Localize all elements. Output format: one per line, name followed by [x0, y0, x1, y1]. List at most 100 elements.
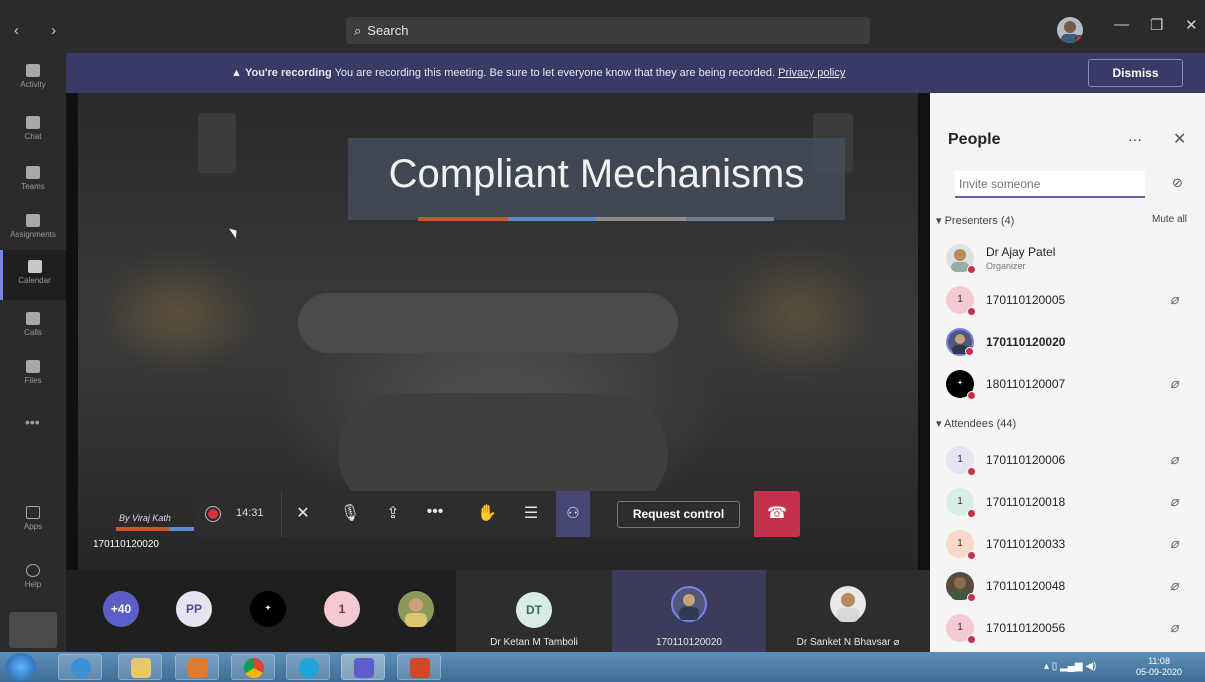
files-icon [26, 360, 40, 373]
mute-all-button[interactable]: Mute all [1152, 214, 1187, 225]
avatar: 1 [946, 286, 976, 316]
device-icon[interactable] [9, 612, 57, 648]
taskbar-app[interactable] [175, 654, 219, 680]
rail-item-activity[interactable]: Activity [0, 60, 66, 100]
participant-avatar[interactable]: ✦ [250, 591, 286, 627]
system-clock[interactable]: 11:08 05-09-2020 [1136, 656, 1182, 678]
taskbar-app[interactable] [231, 654, 275, 680]
avatar [946, 572, 976, 602]
chat-icon[interactable]: ☰ [520, 503, 542, 523]
participant-row[interactable]: Dr Ajay Patel Organizer [946, 239, 1201, 279]
status-dot [967, 307, 976, 316]
rail-item-chat[interactable]: Chat [0, 112, 66, 152]
participant-avatar[interactable]: PP [176, 591, 212, 627]
participant-name: 170110120005 [986, 293, 1066, 307]
avatar-initial: 1 [957, 294, 963, 305]
search-input[interactable]: ⌕ Search [346, 17, 870, 44]
participant-avatar[interactable]: 1 [324, 591, 360, 627]
overflow-count[interactable]: +40 [103, 591, 139, 627]
mic-off-icon[interactable]: ⌀ [1170, 577, 1178, 594]
participants-icon[interactable]: ⚇ [556, 491, 590, 537]
more-apps-icon[interactable]: ••• [25, 414, 40, 430]
attendees-header[interactable]: ▾ Attendees (44) [936, 417, 1016, 430]
assignments-icon [26, 214, 40, 227]
teams-window: ‹ › ⌕ Search — ❐ ✕ Activity Chat Teams As… [0, 0, 1205, 682]
participant-row[interactable]: 1 170110120033 ⌀ [946, 525, 1201, 565]
camera-off-icon[interactable]: ✕ [292, 503, 314, 523]
participant-name: 170110120006 [986, 453, 1066, 467]
participant-tile[interactable]: DT Dr Ketan M Tamboli [456, 570, 612, 652]
rail-label: Assignments [10, 230, 56, 239]
more-actions-icon[interactable]: ••• [424, 503, 446, 521]
close-window-icon[interactable]: ✕ [1185, 16, 1198, 34]
privacy-policy-link[interactable]: Privacy policy [778, 67, 845, 79]
rail-item-teams[interactable]: Teams [0, 162, 66, 202]
participant-row[interactable]: 1 170110120056 ⌀ [946, 609, 1201, 649]
person-icon [837, 593, 859, 622]
presenter-tag: By Viraj Kath [119, 513, 171, 523]
calendar-icon [27, 260, 42, 273]
share-screen-icon[interactable]: ⇪ [382, 503, 404, 523]
rail-label: Files [24, 376, 42, 385]
participant-name: Dr Sanket N Bhavsar ⌀ [766, 637, 930, 648]
mic-off-icon[interactable]: ⌀ [1170, 493, 1178, 510]
hang-up-icon[interactable]: ☎ [754, 491, 800, 537]
mic-off-icon[interactable]: ⌀ [1170, 375, 1178, 392]
presenters-header[interactable]: ▾ Presenters (4) [936, 214, 1014, 227]
mic-off-icon[interactable]: ⌀ [1170, 535, 1178, 552]
raise-hand-icon[interactable]: ✋ [476, 503, 498, 523]
bell-icon [26, 64, 40, 77]
status-dot [967, 635, 976, 644]
recording-message: ▲ You're recording You are recording thi… [231, 53, 845, 93]
mic-off-icon[interactable]: ⌀ [1170, 451, 1178, 468]
rail-item-calls[interactable]: Calls [0, 308, 66, 348]
presenter-bar [116, 527, 204, 531]
rail-label: Teams [21, 182, 45, 191]
request-control-button[interactable]: Request control [617, 501, 740, 528]
warning-icon: ▲ [231, 67, 242, 79]
participant-avatar[interactable] [398, 591, 434, 627]
participant-row[interactable]: ✦ 180110120007 ⌀ [946, 365, 1201, 405]
participant-name: 170110120020 [986, 335, 1066, 349]
rail-label: Chat [24, 132, 42, 141]
dismiss-button[interactable]: Dismiss [1088, 59, 1183, 87]
start-button-icon[interactable] [6, 653, 36, 681]
mic-off-icon[interactable]: ⌀ [1170, 291, 1178, 308]
invite-input[interactable] [955, 171, 1145, 198]
participant-row[interactable]: 1 170110120006 ⌀ [946, 441, 1201, 481]
participant-row[interactable]: 1 170110120018 ⌀ [946, 483, 1201, 523]
rail-item-files[interactable]: Files [0, 356, 66, 396]
status-dot [967, 551, 976, 560]
participant-row[interactable]: 170110120048 ⌀ [946, 567, 1201, 607]
taskbar-app[interactable] [118, 654, 162, 680]
maximize-icon[interactable]: ❐ [1150, 16, 1163, 34]
avatar: 1 [946, 530, 976, 560]
close-icon[interactable]: ✕ [1173, 129, 1186, 149]
rail-item-help[interactable]: Help [0, 560, 66, 600]
participant-row[interactable]: 1 170110120005 ⌀ [946, 281, 1201, 321]
rail-item-assignments[interactable]: Assignments [0, 210, 66, 250]
system-tray[interactable]: ▴ ▯ ▂▄▆ ◀) [1044, 661, 1096, 672]
taskbar-app[interactable] [58, 654, 102, 680]
taskbar-app[interactable] [341, 654, 385, 680]
powerpoint-icon [410, 658, 430, 678]
more-options-icon[interactable]: ··· [1128, 131, 1142, 147]
copy-link-icon[interactable]: ⊘ [1172, 175, 1183, 191]
rail-label: Help [24, 580, 42, 589]
taskbar-app[interactable] [286, 654, 330, 680]
participant-tile[interactable]: Dr Sanket N Bhavsar ⌀ [766, 570, 930, 652]
profile-avatar[interactable] [1057, 17, 1083, 43]
mic-off-icon: ⌀ [893, 637, 900, 648]
nav-arrows[interactable]: ‹ › [14, 22, 70, 39]
participant-tile[interactable]: 170110120020 [612, 570, 766, 652]
mic-off-icon[interactable]: ⌀ [1170, 619, 1178, 636]
rail-label: Activity [20, 80, 46, 89]
minimize-icon[interactable]: — [1114, 16, 1129, 33]
participant-row[interactable]: 170110120020 [946, 323, 1201, 363]
rail-item-apps[interactable]: Apps [0, 502, 66, 542]
rail-label: Calendar [18, 276, 51, 285]
microphone-icon[interactable]: 🎙 [339, 503, 361, 523]
taskbar-app[interactable] [397, 654, 441, 680]
avatar: 1 [946, 446, 976, 476]
rail-item-calendar[interactable]: Calendar [0, 250, 66, 300]
